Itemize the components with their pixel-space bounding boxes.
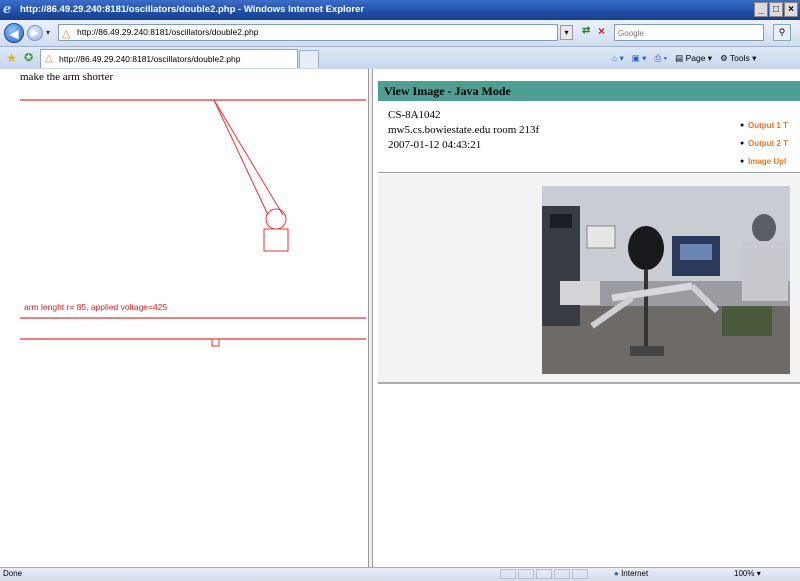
tab-double2[interactable]: △ http://86.49.29.240:8181/oscillators/d… [40,49,298,68]
feeds-icon[interactable]: ▣ ▾ [632,53,647,64]
bullet: ● [740,140,745,147]
image-panel [378,174,800,384]
status-cell [536,569,552,579]
capture-timestamp: 2007-01-12 04:43:21 [388,139,482,151]
window-title-bar: e http://86.49.29.240:8181/oscillators/d… [0,0,800,20]
search-icon[interactable]: ⚲ [773,24,791,41]
lab-camera-image [542,186,790,374]
back-arrow-icon: ◀ [9,27,19,41]
slider-handle[interactable] [211,338,220,347]
bullet: ● [740,158,745,165]
refresh-icon[interactable]: ⇄ [582,25,590,36]
page-icon: △ [45,53,53,64]
status-cell [572,569,588,579]
security-zone[interactable]: ● Internet [614,569,648,578]
link-image-upload[interactable]: Image Upl [748,157,786,166]
recent-pages-dropdown[interactable]: ▾ [46,28,50,37]
status-bar: Done ● Internet 100% ▾ [0,567,800,581]
window-title: http://86.49.29.240:8181/oscillators/dou… [20,4,365,15]
address-input[interactable]: △ http://86.49.29.240:8181/oscillators/d… [58,24,558,41]
pendulum-arm-left [213,99,269,216]
pendulum-canvas[interactable] [0,69,368,567]
link-output-1[interactable]: Output 1 T [748,121,788,130]
home-icon[interactable]: ⌂ ▾ [612,53,624,64]
status-cell [500,569,516,579]
zone-label: Internet [621,569,649,578]
tab-label: http://86.49.29.240:8181/oscillators/dou… [59,54,241,64]
tools-menu-button[interactable]: ⚙ Tools ▾ [720,53,756,64]
view-image-header: View Image - Java Mode [378,81,800,101]
bullet: ● [740,122,745,129]
tools-icon: ⚙ [720,52,728,63]
minimize-button[interactable]: _ [754,2,768,17]
zoom-label: 100% [734,569,755,578]
close-button[interactable]: × [784,2,798,17]
link-output-2[interactable]: Output 2 T [748,139,788,148]
pendulum-bob [265,208,287,230]
tools-menu-label: Tools [729,52,750,63]
back-button[interactable]: ◀ [4,23,24,43]
window-controls: _ □ × [754,2,798,18]
page-menu-label: Page [685,52,706,63]
status-cell [554,569,570,579]
page-menu-icon: ▤ [675,52,684,63]
print-icon[interactable]: ⎙ ▾ [654,53,667,64]
forward-arrow-icon: ▶ [31,28,39,39]
command-bar: ⌂ ▾ ▣ ▾ ⎙ ▾ ▤ Page ▾ ⚙ Tools ▾ [612,51,756,65]
globe-icon: ● [614,569,619,578]
status-cell [518,569,534,579]
address-url: http://86.49.29.240:8181/oscillators/dou… [77,27,259,37]
arm-info-text: arm lenght r= 85, applied voltage=425 [24,302,168,312]
address-toolbar: ◀ ▶ ▾ △ http://86.49.29.240:8181/oscilla… [0,20,800,47]
page-menu-button[interactable]: ▤ Page ▾ [675,53,712,64]
device-host: mw5.cs.bowiestate.edu room 213f [388,124,540,136]
zoom-level[interactable]: 100% ▾ [734,569,761,578]
new-tab-button[interactable] [299,50,319,68]
favorites-star-icon[interactable]: ★ [6,51,17,65]
pendulum-arm-right [213,99,284,216]
page-content: make the arm shorter arm lenght r= 85, a… [0,69,800,567]
device-id: CS-8A1042 [388,109,441,121]
page-icon: △ [62,28,71,40]
search-box[interactable] [614,24,764,41]
ie-logo-icon: e [3,2,12,17]
pendulum-mass-box [263,228,289,252]
pendulum-frame: make the arm shorter arm lenght r= 85, a… [0,69,368,567]
search-input[interactable] [615,25,751,41]
add-favorites-icon[interactable]: ✪ [24,51,33,64]
tab-bar: ★ ✪ △ http://86.49.29.240:8181/oscillato… [0,47,800,70]
status-text: Done [3,569,23,578]
view-image-frame: View Image - Java Mode CS-8A1042 mw5.cs.… [373,69,800,567]
stop-icon[interactable]: × [598,24,605,38]
device-info-panel: CS-8A1042 mw5.cs.bowiestate.edu room 213… [378,101,800,173]
address-dropdown-button[interactable]: ▾ [560,25,573,40]
maximize-button[interactable]: □ [769,2,783,17]
forward-button[interactable]: ▶ [27,25,43,41]
